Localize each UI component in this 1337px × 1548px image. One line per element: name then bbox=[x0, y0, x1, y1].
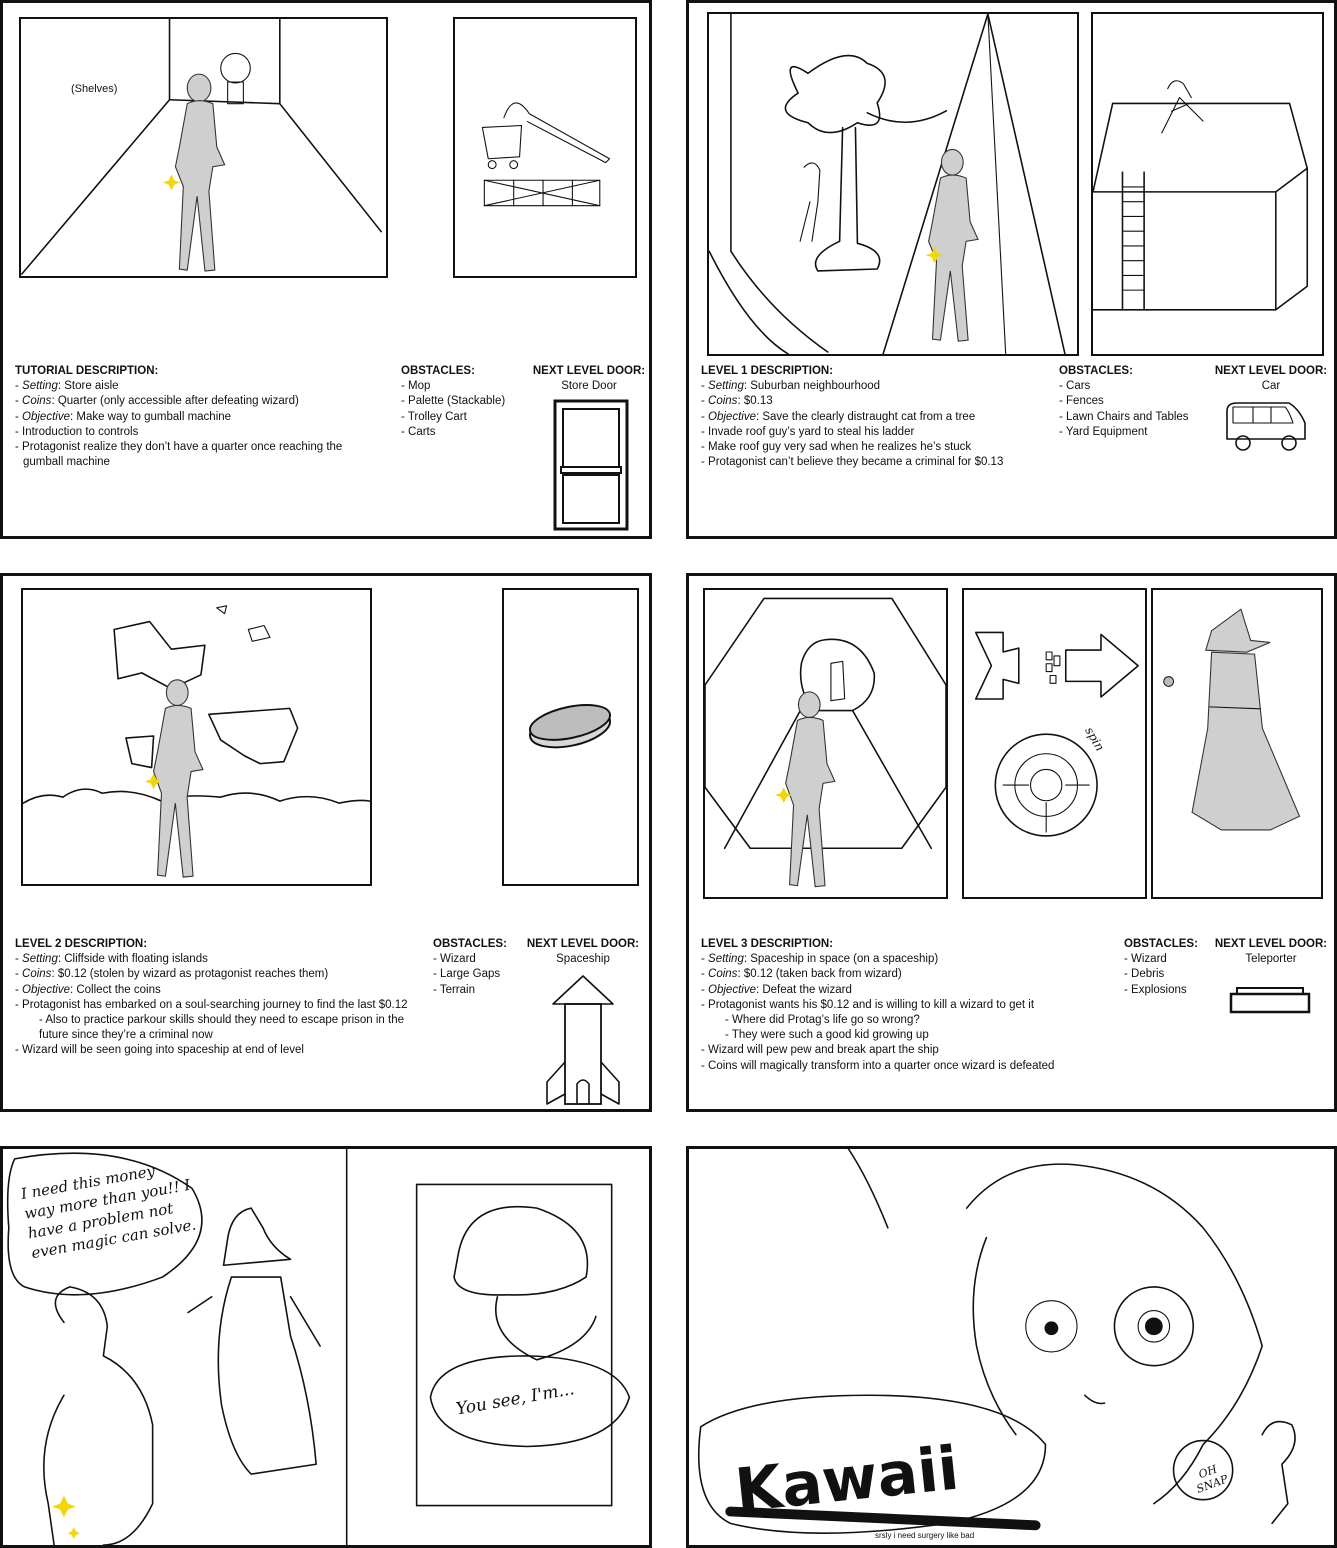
level2-next-door: NEXT LEVEL DOOR: Spaceship bbox=[523, 937, 643, 967]
obstacles-title: OBSTACLES: bbox=[1059, 365, 1133, 377]
obstacle-item: - Lawn Chairs and Tables bbox=[1059, 410, 1189, 423]
obstacle-item: - Large Gaps bbox=[433, 968, 501, 981]
tutorial-description: TUTORIAL DESCRIPTION: - Setting: Store a… bbox=[15, 364, 395, 470]
level3-card: spin LEVEL 3 DESCRIPTION: - Setting: Spa… bbox=[686, 573, 1337, 1112]
obstacle-item: - Carts bbox=[401, 425, 436, 438]
tutorial-obstacles: OBSTACLES: - Mop - Palette (Stackable) -… bbox=[401, 364, 521, 440]
obstacle-item: - Mop bbox=[401, 380, 431, 393]
desc-line: - Coins will magically transform into a … bbox=[701, 1059, 1055, 1072]
door-name: Car bbox=[1261, 380, 1281, 393]
obstacle-item: - Cars bbox=[1059, 380, 1091, 393]
protagonist-figure bbox=[785, 691, 836, 888]
desc-line: - Invade roof guy’s yard to steal his la… bbox=[701, 425, 915, 438]
store-door-icon bbox=[553, 399, 629, 531]
level1-card: LEVEL 1 DESCRIPTION: - Setting: Suburban… bbox=[686, 0, 1337, 539]
level3-description: LEVEL 3 DESCRIPTION: - Setting: Spaceshi… bbox=[701, 937, 1121, 1074]
desc-line: - Wizard will pew pew and break apart th… bbox=[701, 1044, 939, 1057]
door-title: NEXT LEVEL DOOR: bbox=[526, 938, 640, 950]
level3-obstacles: OBSTACLES: - Wizard - Debris - Explosion… bbox=[1124, 937, 1214, 998]
desc-line: - Protagonist has embarked on a soul-sea… bbox=[15, 998, 408, 1011]
door-name: Store Door bbox=[561, 380, 617, 393]
level1-title: LEVEL 1 DESCRIPTION: bbox=[701, 365, 834, 377]
spaceship-interior-panel bbox=[703, 588, 948, 899]
desc-line: gumball machine bbox=[23, 456, 110, 469]
desc-line: - Coins: $0.13 bbox=[701, 395, 773, 408]
desc-line: future since they’re a criminal now bbox=[39, 1029, 213, 1042]
door-name: Teleporter bbox=[1245, 953, 1297, 966]
obstacle-item: - Palette (Stackable) bbox=[401, 395, 506, 408]
tutorial-title: TUTORIAL DESCRIPTION: bbox=[15, 365, 159, 377]
desc-line: - Where did Protag’s life go so wrong? bbox=[725, 1014, 920, 1027]
desc-line: - Setting: Cliffside with floating islan… bbox=[15, 953, 208, 966]
obstacle-item: - Fences bbox=[1059, 395, 1104, 408]
level1-next-door: NEXT LEVEL DOOR: Car bbox=[1211, 364, 1331, 394]
protagonist-figure bbox=[928, 148, 979, 342]
level2-obstacles: OBSTACLES: - Wizard - Large Gaps - Terra… bbox=[433, 937, 533, 998]
suburban-panel bbox=[707, 12, 1079, 356]
cliffside-panel bbox=[21, 588, 372, 886]
desc-line: - Objective: Defeat the wizard bbox=[701, 983, 852, 996]
obstacle-sketch-panel bbox=[453, 17, 637, 278]
obstacle-item: - Trolley Cart bbox=[401, 410, 467, 423]
door-name: Spaceship bbox=[556, 953, 610, 966]
door-title: NEXT LEVEL DOOR: bbox=[1214, 938, 1328, 950]
desc-line: - Protagonist wants his $0.12 and is wil… bbox=[701, 998, 1035, 1011]
wizard-panel bbox=[1151, 588, 1323, 899]
comic-card-kawaii: Kawaii OH SNAP srsly i need surgery like… bbox=[686, 1146, 1337, 1548]
obstacle-item: - Wizard bbox=[433, 953, 476, 966]
level3-title: LEVEL 3 DESCRIPTION: bbox=[701, 938, 834, 950]
obstacles-title: OBSTACLES: bbox=[1124, 938, 1198, 950]
obstacles-title: OBSTACLES: bbox=[401, 365, 475, 377]
desc-line: - Protagonist can’t believe they became … bbox=[701, 456, 1004, 469]
desc-line: - Coins: $0.12 (stolen by wizard as prot… bbox=[15, 968, 329, 981]
shelves-label: (Shelves) bbox=[71, 83, 118, 95]
desc-line: - Protagonist realize they don’t have a … bbox=[15, 441, 343, 454]
desc-line: - Coins: Quarter (only accessible after … bbox=[15, 395, 299, 408]
level1-description: LEVEL 1 DESCRIPTION: - Setting: Suburban… bbox=[701, 364, 1061, 470]
desc-line: - Setting: Suburban neighbourhood bbox=[701, 380, 881, 393]
desc-line: - Introduction to controls bbox=[15, 425, 139, 438]
store-aisle-panel: (Shelves) bbox=[19, 17, 388, 278]
obstacle-item: - Terrain bbox=[433, 983, 475, 996]
tutorial-card: (Shelves) TUTORIAL DESCRIPTION: - Settin… bbox=[0, 0, 652, 539]
desc-line: - Also to practice parkour skills should… bbox=[39, 1014, 405, 1027]
desc-line: - Setting: Store aisle bbox=[15, 380, 119, 393]
level2-description: LEVEL 2 DESCRIPTION: - Setting: Cliffsid… bbox=[15, 937, 425, 1059]
caption: srsly i need surgery like bad bbox=[875, 1531, 975, 1540]
tutorial-next-door: NEXT LEVEL DOOR: Store Door bbox=[529, 364, 649, 394]
protagonist-figure bbox=[174, 73, 226, 272]
desc-line: - Make roof guy very sad when he realize… bbox=[701, 441, 972, 454]
door-title: NEXT LEVEL DOOR: bbox=[532, 365, 646, 377]
car-icon bbox=[1226, 402, 1306, 451]
teleporter-icon bbox=[1229, 987, 1311, 1014]
desc-line: - Setting: Spaceship in space (on a spac… bbox=[701, 953, 939, 966]
sparkles bbox=[52, 1495, 80, 1540]
teleporter-sketch-panel: spin bbox=[962, 588, 1147, 899]
desc-line: - Objective: Collect the coins bbox=[15, 983, 161, 996]
desc-line: - Objective: Make way to gumball machine bbox=[15, 410, 232, 423]
obstacle-item: - Debris bbox=[1124, 968, 1165, 981]
level3-next-door: NEXT LEVEL DOOR: Teleporter bbox=[1211, 937, 1331, 967]
door-title: NEXT LEVEL DOOR: bbox=[1214, 365, 1328, 377]
obstacles-title: OBSTACLES: bbox=[433, 938, 507, 950]
obstacle-item: - Wizard bbox=[1124, 953, 1167, 966]
obstacle-item: - Yard Equipment bbox=[1059, 425, 1148, 438]
level1-obstacles: OBSTACLES: - Cars - Fences - Lawn Chairs… bbox=[1059, 364, 1199, 440]
desc-line: - Coins: $0.12 (taken back from wizard) bbox=[701, 968, 902, 981]
desc-line: - Wizard will be seen going into spacesh… bbox=[15, 1044, 304, 1057]
spaceship-icon bbox=[546, 975, 620, 1105]
level2-card: LEVEL 2 DESCRIPTION: - Setting: Cliffsid… bbox=[0, 573, 652, 1112]
desc-line: - Objective: Save the clearly distraught… bbox=[701, 410, 976, 423]
obstacle-item: - Explosions bbox=[1124, 983, 1187, 996]
level2-title: LEVEL 2 DESCRIPTION: bbox=[15, 938, 148, 950]
comic-card-wizard: I need this money way more than you!! I … bbox=[0, 1146, 652, 1548]
rooftop-panel bbox=[1091, 12, 1324, 356]
desc-line: - They were such a good kid growing up bbox=[725, 1029, 929, 1042]
coin-panel bbox=[502, 588, 639, 886]
protagonist-figure bbox=[153, 679, 204, 878]
